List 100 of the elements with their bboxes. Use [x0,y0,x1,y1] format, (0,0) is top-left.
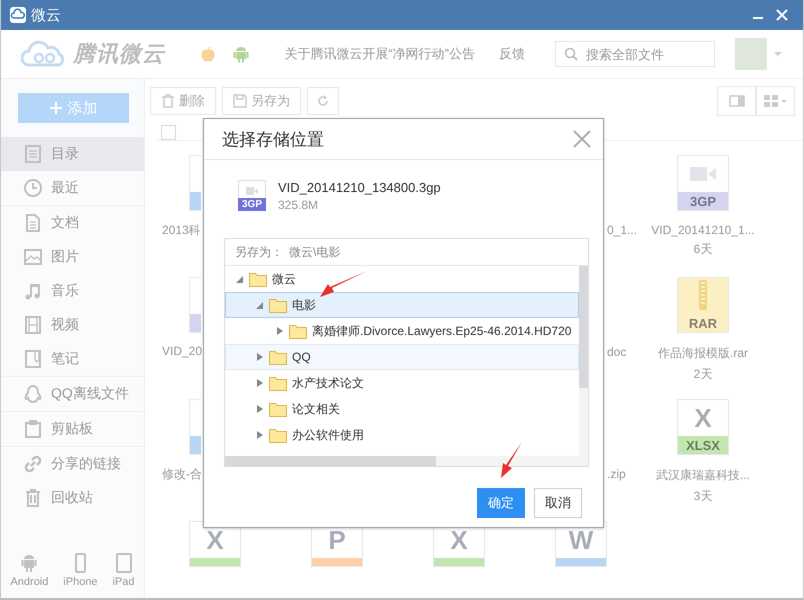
folder-name: 论文相关 [292,400,340,418]
scrollbar-thumb[interactable] [579,266,588,388]
collapsed-triangle-icon[interactable] [276,326,284,336]
announcement-link[interactable]: 关于腾讯微云开展“净网行动”公告 [284,45,475,63]
file-icon[interactable]: 3GP [677,155,729,211]
file-size: 325.8M [278,198,320,212]
file-name: doc [607,345,626,359]
folder-row[interactable]: 离婚律师.Divorce.Lawyers.Ep25-46.2014.HD720 [225,318,579,344]
doc-icon [23,213,43,233]
scrollbar-thumb[interactable] [225,456,436,466]
file-icon[interactable]: RAR [677,277,729,333]
collapsed-triangle-icon[interactable] [256,378,264,388]
apple-icon[interactable] [201,46,215,62]
file-icon[interactable] [189,399,201,455]
file-letter: X [450,527,468,553]
file-name: .zip [607,467,626,481]
refresh-button[interactable] [307,87,339,115]
folder-icon [249,272,267,286]
folder-name: 水产技术论文 [292,374,364,392]
confirm-button[interactable]: 确定 [477,488,525,518]
sidebar-item[interactable]: 图片 [1,240,144,274]
delete-button[interactable]: 删除 [150,87,216,115]
zipper-icon [698,280,708,312]
folder-name: 电影 [292,296,316,314]
expanded-triangle-icon[interactable] [256,300,264,310]
caret-icon[interactable] [773,51,783,57]
sidebar-item[interactable]: 文档 [1,206,144,240]
device-link[interactable]: iPad [112,553,135,588]
collapsed-triangle-icon[interactable] [256,430,264,440]
sidebar-item[interactable]: 视频 [1,308,144,342]
select-all-checkbox[interactable] [161,125,176,140]
file-letter: P [328,527,346,553]
floppy-icon [233,94,247,108]
dialog-title: 选择存储位置 [222,128,324,150]
folder-row[interactable]: QQ [225,344,579,370]
cloud-icon [10,7,26,23]
device-link[interactable]: Android [10,553,48,588]
sidebar-item[interactable]: QQ离线文件 [1,377,144,411]
music-icon [23,281,43,301]
sidebar-item[interactable]: 目录 [1,137,144,171]
sidebar-item[interactable]: 笔记 [1,342,144,376]
file-type-label: 3GP [242,199,262,210]
device-link[interactable]: iPhone [63,553,98,588]
cancel-button[interactable]: 取消 [534,488,582,518]
folder-icon [269,428,287,442]
grid-view-button[interactable] [756,86,795,116]
folder-icon [269,376,287,390]
note-icon [23,349,43,369]
add-button[interactable]: 添加 [18,93,129,123]
save-as-button[interactable]: 另存为 [222,87,301,115]
file-icon[interactable]: X XLSX [677,399,729,455]
file-icon[interactable] [189,155,201,211]
list-icon [23,144,43,164]
search-icon [564,47,578,61]
folder-row[interactable]: 办公软件使用 [225,422,579,448]
folder-row[interactable]: 水产技术论文 [225,370,579,396]
sidebar-item[interactable]: 最近 [1,171,144,205]
annotation-arrow [501,442,523,478]
clipboard-icon [23,419,43,439]
penguin-icon [23,384,43,404]
file-name: VID_20 [162,344,202,358]
link-icon [23,454,43,474]
file-icon[interactable] [189,277,201,333]
search-field[interactable]: 搜索全部文件 [555,41,715,67]
trash-icon [161,94,175,108]
folder-name: 微云 [272,270,296,288]
close-icon[interactable] [573,130,591,148]
sidebar-item[interactable]: 剪贴板 [1,412,144,446]
refresh-icon [316,94,330,108]
file-name: 0_1... [607,223,638,237]
folder-icon [269,350,287,364]
folder-name: 办公软件使用 [292,426,364,444]
file-type-label: 3GP [690,194,716,208]
sidebar-item[interactable]: 分享的链接 [1,447,144,481]
expanded-triangle-icon[interactable] [236,274,244,284]
android-icon [20,553,38,573]
cloud-logo-icon [21,39,67,69]
file-letter: X [694,405,712,431]
folder-row[interactable]: 微云 [225,266,579,292]
preview-pane-button[interactable] [717,86,756,116]
file-letter: W [568,527,594,553]
folder-name: 离婚律师.Divorce.Lawyers.Ep25-46.2014.HD720 [312,322,572,340]
file-name: 2013科 [162,222,201,239]
sidebar-item[interactable]: 回收站 [1,481,144,515]
feedback-link[interactable]: 反馈 [499,45,525,63]
folder-name: QQ [292,350,311,364]
avatar-photo-placeholder[interactable] [735,38,767,70]
plus-icon [50,102,62,114]
folder-icon [269,402,287,416]
folder-row[interactable]: 电影 [225,292,579,318]
pane-icon [728,95,744,107]
folder-icon [269,298,287,312]
android-icon[interactable] [233,45,249,63]
folder-row[interactable]: 论文相关 [225,396,579,422]
logo-text: 腾讯微云 [73,40,165,68]
image-icon [23,247,43,267]
collapsed-triangle-icon[interactable] [256,352,264,362]
sidebar-item[interactable]: 音乐 [1,274,144,308]
collapsed-triangle-icon[interactable] [256,404,264,414]
file-date: 6天 [694,241,712,258]
